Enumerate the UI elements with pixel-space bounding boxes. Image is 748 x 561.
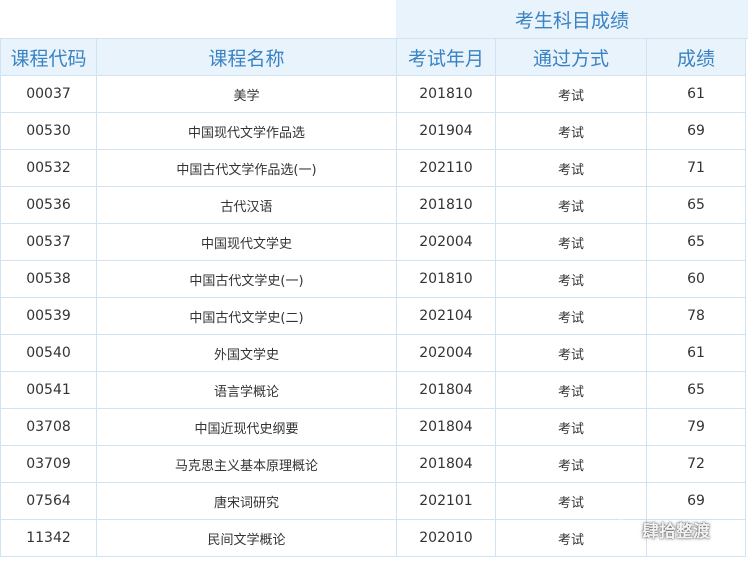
row-course-name: 民间文学概论 bbox=[96, 519, 397, 557]
row-pass-method: 考试 bbox=[495, 297, 647, 335]
row-code: 00538 bbox=[0, 260, 97, 298]
row-code: 00530 bbox=[0, 112, 97, 150]
row-exam-date: 201804 bbox=[396, 445, 496, 483]
row-code: 00541 bbox=[0, 371, 97, 409]
row-course-name: 中国现代文学史 bbox=[96, 223, 397, 261]
title-band: 考生科目成绩 bbox=[0, 0, 748, 39]
row-score: 71 bbox=[646, 149, 746, 187]
row-exam-date: 201810 bbox=[396, 186, 496, 224]
row-exam-date: 201904 bbox=[396, 112, 496, 150]
row-course-name: 语言学概论 bbox=[96, 371, 397, 409]
column-header-score: 成绩 bbox=[646, 38, 746, 76]
table-header-row: 课程代码 课程名称 考试年月 通过方式 成绩 bbox=[0, 38, 746, 76]
row-pass-method: 考试 bbox=[495, 408, 647, 446]
scores-table: 课程代码 课程名称 考试年月 通过方式 成绩 00037 美学 201810 考试 61… bbox=[0, 38, 746, 557]
row-exam-date: 201810 bbox=[396, 260, 496, 298]
row-score: 79 bbox=[646, 408, 746, 446]
row-code: 11342 bbox=[0, 519, 97, 557]
row-score: 61 bbox=[646, 334, 746, 372]
row-course-name: 外国文学史 bbox=[96, 334, 397, 372]
column-header-code: 课程代码 bbox=[0, 38, 97, 76]
table-row: 00539 中国古代文学史(二) 202104 考试 78 bbox=[0, 297, 746, 335]
column-header-method: 通过方式 bbox=[495, 38, 647, 76]
row-code: 00537 bbox=[0, 223, 97, 261]
row-code: 00539 bbox=[0, 297, 97, 335]
row-course-name: 中国古代文学史(二) bbox=[96, 297, 397, 335]
row-code: 00536 bbox=[0, 186, 97, 224]
table-row: 03709 马克思主义基本原理概论 201804 考试 72 bbox=[0, 445, 746, 483]
table-row: 03708 中国近现代史纲要 201804 考试 79 bbox=[0, 408, 746, 446]
row-score: 72 bbox=[646, 445, 746, 483]
row-course-name: 美学 bbox=[96, 75, 397, 113]
table-row: 00532 中国古代文学作品选(一) 202110 考试 71 bbox=[0, 149, 746, 187]
watermark: 肆拾整渡 bbox=[612, 514, 710, 544]
row-code: 00532 bbox=[0, 149, 97, 187]
row-code: 03708 bbox=[0, 408, 97, 446]
table-row: 00538 中国古代文学史(一) 201810 考试 60 bbox=[0, 260, 746, 298]
table-row: 00540 外国文学史 202004 考试 61 bbox=[0, 334, 746, 372]
row-score: 69 bbox=[646, 112, 746, 150]
row-pass-method: 考试 bbox=[495, 149, 647, 187]
row-course-name: 古代汉语 bbox=[96, 186, 397, 224]
row-code: 03709 bbox=[0, 445, 97, 483]
watermark-text: 肆拾整渡 bbox=[642, 521, 710, 542]
table-row: 00536 古代汉语 201810 考试 65 bbox=[0, 186, 746, 224]
row-score: 60 bbox=[646, 260, 746, 298]
row-exam-date: 201804 bbox=[396, 408, 496, 446]
row-code: 00540 bbox=[0, 334, 97, 372]
column-header-date: 考试年月 bbox=[396, 38, 496, 76]
row-exam-date: 201804 bbox=[396, 371, 496, 409]
column-header-name: 课程名称 bbox=[96, 38, 397, 76]
row-code: 00037 bbox=[0, 75, 97, 113]
row-exam-date: 202010 bbox=[396, 519, 496, 557]
row-pass-method: 考试 bbox=[495, 186, 647, 224]
row-exam-date: 202104 bbox=[396, 297, 496, 335]
row-pass-method: 考试 bbox=[495, 334, 647, 372]
row-course-name: 马克思主义基本原理概论 bbox=[96, 445, 397, 483]
row-pass-method: 考试 bbox=[495, 445, 647, 483]
row-exam-date: 202101 bbox=[396, 482, 496, 520]
row-exam-date: 202110 bbox=[396, 149, 496, 187]
row-course-name: 唐宋词研究 bbox=[96, 482, 397, 520]
row-pass-method: 考试 bbox=[495, 223, 647, 261]
row-exam-date: 202004 bbox=[396, 223, 496, 261]
row-score: 65 bbox=[646, 186, 746, 224]
row-course-name: 中国古代文学作品选(一) bbox=[96, 149, 397, 187]
row-pass-method: 考试 bbox=[495, 112, 647, 150]
row-course-name: 中国近现代史纲要 bbox=[96, 408, 397, 446]
row-score: 65 bbox=[646, 371, 746, 409]
row-pass-method: 考试 bbox=[495, 371, 647, 409]
row-pass-method: 考试 bbox=[495, 260, 647, 298]
section-title: 考生科目成绩 bbox=[396, 0, 748, 39]
table-row: 00537 中国现代文学史 202004 考试 65 bbox=[0, 223, 746, 261]
table-row: 00037 美学 201810 考试 61 bbox=[0, 75, 746, 113]
table-row: 00541 语言学概论 201804 考试 65 bbox=[0, 371, 746, 409]
row-exam-date: 201810 bbox=[396, 75, 496, 113]
table-row: 00530 中国现代文学作品选 201904 考试 69 bbox=[0, 112, 746, 150]
row-code: 07564 bbox=[0, 482, 97, 520]
row-course-name: 中国现代文学作品选 bbox=[96, 112, 397, 150]
wechat-icon bbox=[612, 519, 636, 538]
row-score: 65 bbox=[646, 223, 746, 261]
row-score: 78 bbox=[646, 297, 746, 335]
row-course-name: 中国古代文学史(一) bbox=[96, 260, 397, 298]
row-exam-date: 202004 bbox=[396, 334, 496, 372]
row-score: 61 bbox=[646, 75, 746, 113]
row-pass-method: 考试 bbox=[495, 75, 647, 113]
